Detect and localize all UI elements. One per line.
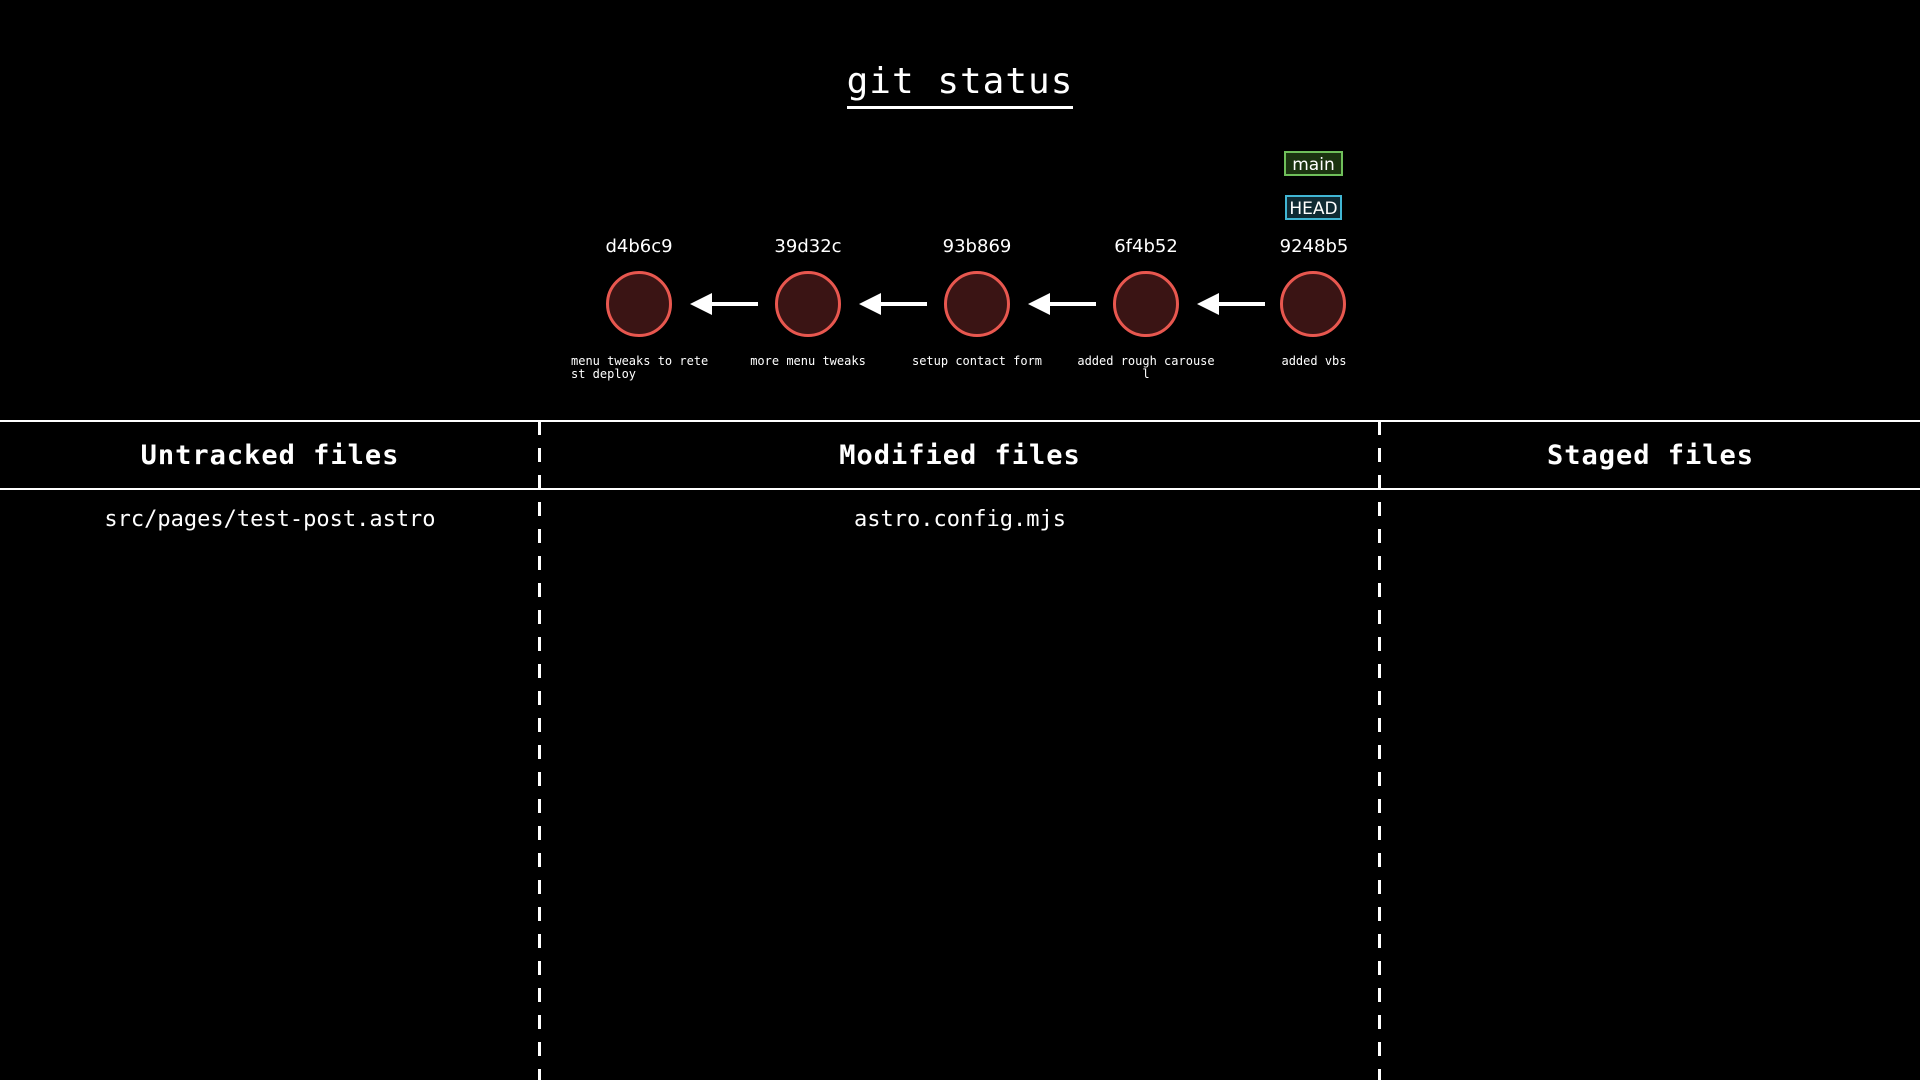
commit-node[interactable] (1280, 271, 1346, 337)
commit-hash: 6f4b52 (1114, 236, 1178, 257)
commit-hash: 9248b5 (1279, 236, 1349, 257)
commit-node[interactable] (775, 271, 841, 337)
table-top-divider (0, 420, 1920, 422)
page-title: git status (0, 60, 1920, 109)
commit-hash: 39d32c (774, 236, 842, 257)
staged-files-header: Staged files (1546, 440, 1755, 471)
commit-message: setup contact form (911, 354, 1043, 368)
branch-label-main[interactable]: main (1284, 151, 1343, 176)
commit-node[interactable] (944, 271, 1010, 337)
modified-file-item[interactable]: astro.config.mjs (541, 507, 1379, 532)
commit-hash: 93b869 (942, 236, 1012, 257)
commit-message: more menu tweaks (750, 354, 866, 368)
commit-hash: d4b6c9 (605, 236, 673, 257)
parent-arrow-icon (690, 293, 758, 315)
untracked-file-item[interactable]: src/pages/test-post.astro (0, 507, 540, 532)
commit-message: added rough carousel (1077, 354, 1215, 381)
commit-node[interactable] (606, 271, 672, 337)
commit-message: menu tweaks to retest deploy (571, 354, 709, 381)
head-label[interactable]: HEAD (1285, 195, 1342, 220)
untracked-files-header: Untracked files (140, 440, 400, 471)
table-header-divider (0, 488, 1920, 490)
modified-files-header: Modified files (839, 440, 1081, 471)
parent-arrow-icon (1197, 293, 1265, 315)
page-title-text: git status (846, 60, 1074, 109)
parent-arrow-icon (1028, 293, 1096, 315)
commit-message: added vbs (1281, 354, 1347, 368)
commit-node[interactable] (1113, 271, 1179, 337)
parent-arrow-icon (859, 293, 927, 315)
